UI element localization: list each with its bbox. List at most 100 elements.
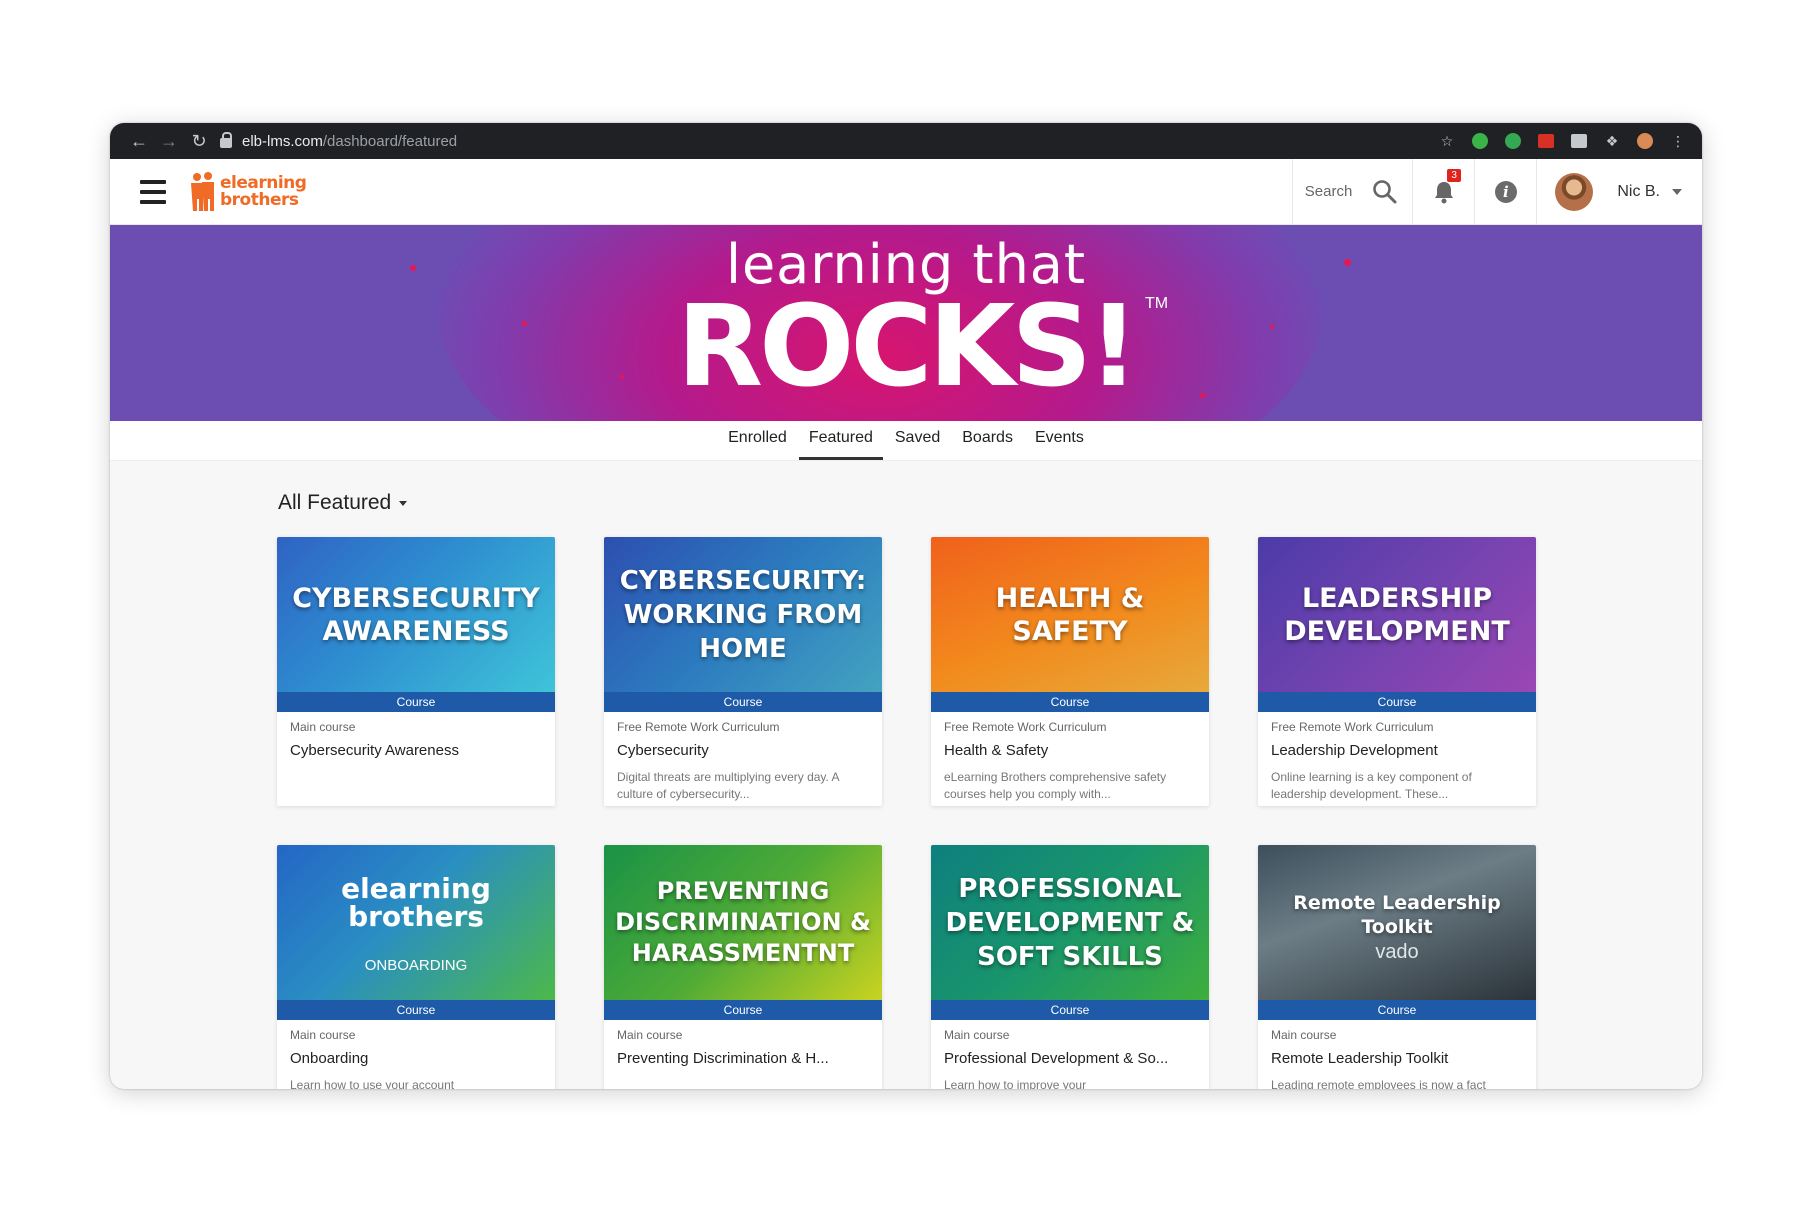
featured-content: All Featured CYBERSECURITY AWARENESS Cou… <box>110 461 1702 1089</box>
browser-toolbar: ← → ↻ elb-lms.com/dashboard/featured ☆ ❖… <box>110 123 1702 159</box>
browser-window: ← → ↻ elb-lms.com/dashboard/featured ☆ ❖… <box>110 123 1702 1089</box>
course-category: Main course <box>290 1028 356 1042</box>
thumbnail-subtitle: ONBOARDING <box>364 957 468 974</box>
hero-banner: learning that ROCKS! TM <box>110 225 1702 421</box>
course-type-ribbon: Course <box>604 692 882 712</box>
course-description: Online learning is a key component of le… <box>1271 770 1472 801</box>
info-button[interactable]: i <box>1475 159 1538 224</box>
course-card[interactable]: Remote Leadership Toolkit vado Course Ma… <box>1258 845 1536 1089</box>
course-card[interactable]: LEADERSHIP DEVELOPMENT Course Free Remot… <box>1258 537 1536 806</box>
logo-text-line1: elearning <box>220 172 307 193</box>
thumbnail-title: CYBERSECURITY AWARENESS <box>292 582 540 647</box>
course-category: Free Remote Work Curriculum <box>1271 720 1434 734</box>
course-description: Learn how to use your account <box>290 1078 455 1089</box>
thumbnail-title: PROFESSIONAL DEVELOPMENT & SOFT SKILLS <box>945 873 1195 972</box>
search-icon[interactable] <box>1372 179 1398 205</box>
thumbnail-title: Remote Leadership Toolkit <box>1293 891 1501 938</box>
app-header: elearning brothers Search 3 i Nic B. <box>110 159 1702 225</box>
course-type-ribbon: Course <box>604 1000 882 1020</box>
course-thumbnail: PROFESSIONAL DEVELOPMENT & SOFT SKILLS <box>931 845 1209 1000</box>
course-card[interactable]: HEALTH & SAFETY Course Free Remote Work … <box>931 537 1209 806</box>
extension-red-icon[interactable] <box>1536 131 1556 151</box>
profile-avatar-icon[interactable] <box>1635 131 1655 151</box>
forward-icon[interactable]: → <box>154 131 184 152</box>
trademark-mark: TM <box>1145 295 1169 312</box>
course-thumbnail: Remote Leadership Toolkit vado <box>1258 845 1536 1000</box>
thumbnail-title: CYBERSECURITY: WORKING FROM HOME <box>619 565 867 664</box>
course-name[interactable]: Cybersecurity Awareness <box>290 742 542 759</box>
menu-icon[interactable] <box>140 179 166 204</box>
hero-rocks-text: ROCKS! <box>676 282 1139 412</box>
reload-icon[interactable]: ↻ <box>184 131 214 152</box>
onboarding-logo-line1: elearning <box>341 872 491 905</box>
thumbnail-title: HEALTH & SAFETY <box>995 582 1145 647</box>
course-category: Main course <box>944 1028 1010 1042</box>
course-card[interactable]: elearning brothers ONBOARDING Course Mai… <box>277 845 555 1089</box>
course-card[interactable]: CYBERSECURITY AWARENESS Course Main cour… <box>277 537 555 806</box>
user-name: Nic B. <box>1617 182 1660 200</box>
notification-badge: 3 <box>1447 169 1461 182</box>
url-path: /dashboard/featured <box>322 132 458 150</box>
course-type-ribbon: Course <box>931 692 1209 712</box>
course-thumbnail: HEALTH & SAFETY <box>931 537 1209 692</box>
filter-dropdown[interactable]: All Featured <box>278 491 408 515</box>
extension-green-dot-icon[interactable] <box>1503 131 1523 151</box>
course-description: Leading remote employees is now a fact <box>1271 1078 1486 1089</box>
course-thumbnail: elearning brothers ONBOARDING <box>277 845 555 1000</box>
brothers-logo-icon <box>191 171 214 211</box>
thumbnail-subtitle: vado <box>1375 941 1419 963</box>
course-thumbnail: PREVENTING DISCRIMINATION & HARASSMENTNT <box>604 845 882 1000</box>
thumbnail-title: LEADERSHIP DEVELOPMENT <box>1284 582 1510 647</box>
course-description: Digital threats are multiplying every da… <box>617 770 839 801</box>
chevron-down-icon <box>1672 188 1682 195</box>
course-type-ribbon: Course <box>1258 1000 1536 1020</box>
url-host: elb-lms.com <box>242 132 323 150</box>
course-card[interactable]: PROFESSIONAL DEVELOPMENT & SOFT SKILLS C… <box>931 845 1209 1089</box>
course-description: Learn how to improve your <box>944 1078 1087 1089</box>
course-category: Main course <box>290 720 356 734</box>
course-thumbnail: CYBERSECURITY: WORKING FROM HOME <box>604 537 882 692</box>
course-thumbnail: LEADERSHIP DEVELOPMENT <box>1258 537 1536 692</box>
course-type-ribbon: Course <box>931 1000 1209 1020</box>
bell-icon <box>1434 181 1453 203</box>
search-label: Search <box>1304 183 1353 200</box>
address-bar[interactable]: elb-lms.com/dashboard/featured <box>220 127 1437 155</box>
brand-logo[interactable]: elearning brothers <box>188 171 307 213</box>
browser-menu-icon[interactable]: ⋮ <box>1668 131 1688 151</box>
tab-events[interactable]: Events <box>1025 429 1094 460</box>
course-card[interactable]: PREVENTING DISCRIMINATION & HARASSMENTNT… <box>604 845 882 1089</box>
onboarding-logo: elearning brothers <box>277 875 555 931</box>
course-category: Free Remote Work Curriculum <box>944 720 1107 734</box>
course-name[interactable]: Onboarding <box>290 1050 542 1067</box>
course-thumbnail: CYBERSECURITY AWARENESS <box>277 537 555 692</box>
course-name[interactable]: Health & Safety <box>944 742 1196 759</box>
tab-featured[interactable]: Featured <box>798 429 883 460</box>
avatar <box>1555 172 1594 211</box>
back-icon[interactable]: ← <box>124 131 154 152</box>
extension-play-icon[interactable] <box>1470 131 1490 151</box>
lock-icon <box>220 132 232 148</box>
course-name[interactable]: Remote Leadership Toolkit <box>1271 1050 1523 1067</box>
course-name[interactable]: Cybersecurity <box>617 742 869 759</box>
course-card[interactable]: CYBERSECURITY: WORKING FROM HOME Course … <box>604 537 882 806</box>
search-box[interactable]: Search <box>1291 159 1414 224</box>
caret-down-icon <box>399 500 408 506</box>
course-name[interactable]: Preventing Discrimination & H... <box>617 1050 869 1067</box>
tab-saved[interactable]: Saved <box>885 429 950 460</box>
info-icon: i <box>1494 180 1517 203</box>
dashboard-tabs: Enrolled Featured Saved Boards Events <box>110 421 1702 461</box>
course-category: Free Remote Work Curriculum <box>617 720 780 734</box>
tab-enrolled[interactable]: Enrolled <box>718 429 797 460</box>
bookmark-star-icon[interactable]: ☆ <box>1437 131 1457 151</box>
course-category: Main course <box>617 1028 683 1042</box>
course-name[interactable]: Leadership Development <box>1271 742 1523 759</box>
course-name[interactable]: Professional Development & So... <box>944 1050 1196 1067</box>
extensions-puzzle-icon[interactable]: ❖ <box>1602 131 1622 151</box>
extension-reader-icon[interactable] <box>1569 131 1589 151</box>
user-menu[interactable]: Nic B. <box>1537 159 1702 224</box>
course-type-ribbon: Course <box>277 1000 555 1020</box>
course-description: eLearning Brothers comprehensive safety … <box>944 770 1167 801</box>
onboarding-logo-line2: brothers <box>348 900 484 933</box>
tab-boards[interactable]: Boards <box>952 429 1023 460</box>
notifications-button[interactable]: 3 <box>1413 159 1476 224</box>
